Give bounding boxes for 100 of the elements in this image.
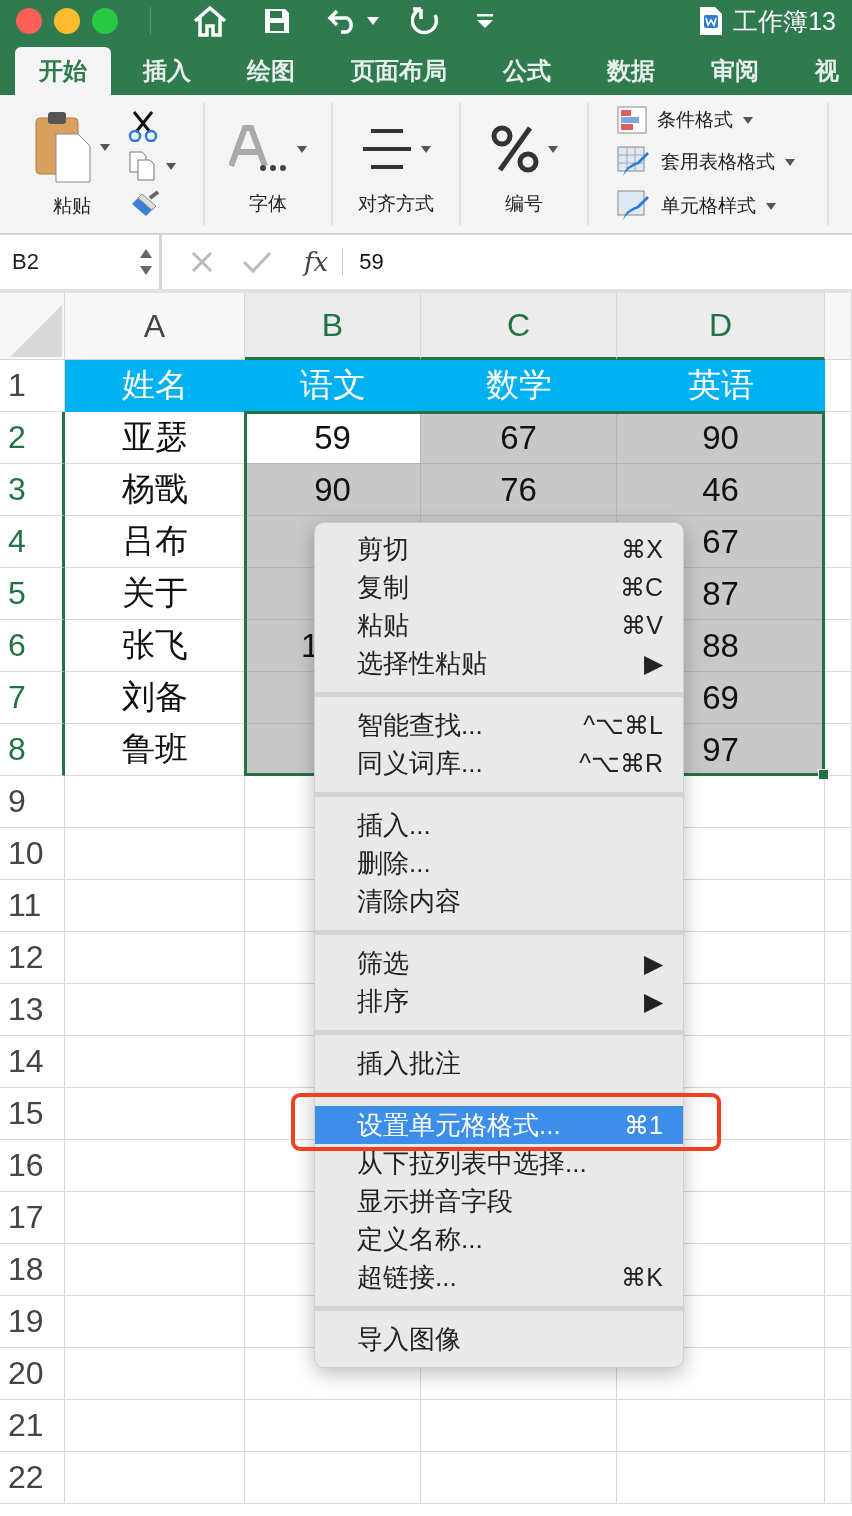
menu-item[interactable]: 导入图像 bbox=[315, 1320, 683, 1358]
table-cell: 46 bbox=[617, 464, 825, 516]
table-cell bbox=[825, 568, 852, 620]
row-header[interactable]: 15 bbox=[0, 1088, 65, 1140]
caret-icon[interactable] bbox=[297, 145, 307, 153]
clipboard-icon[interactable] bbox=[33, 110, 92, 184]
save-icon[interactable] bbox=[263, 7, 291, 35]
row-header[interactable]: 12 bbox=[0, 932, 65, 984]
menu-item[interactable]: 排序 ▶ bbox=[315, 982, 683, 1020]
customize-icon[interactable] bbox=[477, 14, 493, 28]
caret-icon[interactable] bbox=[367, 17, 379, 25]
table-cell bbox=[825, 360, 852, 412]
paste-label[interactable]: 粘贴 bbox=[52, 193, 91, 219]
row-header[interactable]: 19 bbox=[0, 1296, 65, 1348]
table-cell: 59 bbox=[245, 412, 421, 464]
table-cell bbox=[825, 672, 852, 724]
column-header[interactable]: D bbox=[617, 293, 825, 360]
row-header[interactable]: 7 bbox=[0, 672, 65, 724]
table-cell: 英语 bbox=[617, 360, 825, 412]
table-cell: 76 bbox=[421, 464, 617, 516]
ribbon-tab[interactable]: 视 bbox=[791, 47, 852, 95]
align-center-icon[interactable] bbox=[361, 127, 413, 171]
table-cell: 语文 bbox=[245, 360, 421, 412]
style-menu-label[interactable]: 套用表格格式 bbox=[661, 149, 775, 175]
style-menu-label[interactable]: 单元格样式 bbox=[661, 193, 756, 219]
caret-icon[interactable] bbox=[785, 158, 795, 166]
menu-item[interactable]: 插入批注 bbox=[315, 1044, 683, 1082]
table-cell bbox=[825, 1296, 852, 1348]
ribbon-tab[interactable]: 开始 bbox=[15, 47, 111, 95]
menu-item[interactable]: 超链接... ⌘K bbox=[315, 1258, 683, 1296]
ribbon-tab[interactable]: 绘图 bbox=[223, 47, 319, 95]
row-header[interactable]: 8 bbox=[0, 724, 65, 776]
column-header[interactable]: C bbox=[421, 293, 617, 360]
table-cell bbox=[825, 880, 852, 932]
ribbon-tab[interactable]: 审阅 bbox=[687, 47, 783, 95]
home-icon[interactable] bbox=[193, 5, 227, 37]
ribbon-group-label[interactable]: 对齐方式 bbox=[358, 191, 434, 217]
row-header[interactable]: 4 bbox=[0, 516, 65, 568]
table-cell bbox=[825, 828, 852, 880]
row-header[interactable]: 5 bbox=[0, 568, 65, 620]
insert-function-button[interactable]: fx bbox=[304, 247, 329, 277]
formula-input[interactable]: 59 bbox=[359, 249, 384, 275]
column-header[interactable]: B bbox=[245, 293, 421, 360]
ribbon-tab[interactable]: 数据 bbox=[583, 47, 679, 95]
row-header[interactable]: 10 bbox=[0, 828, 65, 880]
conditional-format-icon[interactable] bbox=[617, 106, 647, 134]
ribbon-tab[interactable]: 插入 bbox=[119, 47, 215, 95]
table-cell bbox=[825, 620, 852, 672]
row-header[interactable]: 21 bbox=[0, 1400, 65, 1452]
caret-icon[interactable] bbox=[165, 162, 176, 170]
ribbon-group-label[interactable]: 字体 bbox=[249, 191, 287, 217]
row-header[interactable]: 3 bbox=[0, 464, 65, 516]
table-cell bbox=[825, 1036, 852, 1088]
ribbon-tab[interactable]: 页面布局 bbox=[327, 47, 471, 95]
fill-handle[interactable] bbox=[818, 769, 829, 780]
menu-item[interactable]: 定义名称... bbox=[315, 1220, 683, 1258]
row-header[interactable]: 14 bbox=[0, 1036, 65, 1088]
minimize-button[interactable] bbox=[54, 8, 80, 34]
menu-item[interactable]: 从下拉列表中选择... bbox=[315, 1144, 683, 1182]
table-cell: 姓名 bbox=[65, 360, 245, 412]
table-cell bbox=[825, 464, 852, 516]
caret-icon[interactable] bbox=[766, 202, 776, 210]
row-header[interactable]: 6 bbox=[0, 620, 65, 672]
scissors-icon[interactable] bbox=[127, 110, 158, 142]
row-header[interactable]: 1 bbox=[0, 360, 65, 412]
row-header[interactable]: 22 bbox=[0, 1452, 65, 1504]
table-cell bbox=[825, 1192, 852, 1244]
menu-item[interactable]: 删除... bbox=[315, 844, 683, 882]
table-cell bbox=[825, 1244, 852, 1296]
table-cell bbox=[825, 1140, 852, 1192]
table-cell bbox=[825, 412, 852, 464]
row-header[interactable]: 17 bbox=[0, 1192, 65, 1244]
menu-item[interactable]: 插入... bbox=[315, 806, 683, 844]
redo-icon[interactable] bbox=[411, 5, 441, 37]
table-cell: 数学 bbox=[421, 360, 617, 412]
menu-item[interactable]: 清除内容 bbox=[315, 882, 683, 920]
row-header[interactable]: 13 bbox=[0, 984, 65, 1036]
row-header[interactable]: 20 bbox=[0, 1348, 65, 1400]
font-icon[interactable] bbox=[229, 124, 289, 174]
menu-item[interactable]: 筛选 ▶ bbox=[315, 944, 683, 982]
table-cell bbox=[825, 932, 852, 984]
style-menu-label[interactable]: 条件格式 bbox=[657, 107, 733, 133]
row-header[interactable]: 2 bbox=[0, 412, 65, 464]
table-cell bbox=[825, 516, 852, 568]
check-icon[interactable] bbox=[242, 250, 272, 274]
column-header[interactable]: A bbox=[65, 293, 245, 360]
row-header[interactable]: 11 bbox=[0, 880, 65, 932]
ribbon-group-label[interactable]: 编号 bbox=[505, 191, 543, 217]
row-header[interactable]: 16 bbox=[0, 1140, 65, 1192]
caret-icon[interactable] bbox=[421, 145, 431, 153]
caret-icon[interactable] bbox=[743, 116, 753, 124]
row-header[interactable]: 18 bbox=[0, 1244, 65, 1296]
row-header[interactable]: 9 bbox=[0, 776, 65, 828]
caret-icon[interactable] bbox=[99, 143, 110, 151]
table-cell: 67 bbox=[421, 412, 617, 464]
percent-icon[interactable] bbox=[490, 124, 540, 174]
caret-icon[interactable] bbox=[548, 145, 558, 153]
table-cell bbox=[825, 984, 852, 1036]
menu-item[interactable]: 显示拼音字段 bbox=[315, 1182, 683, 1220]
ribbon-tab[interactable]: 公式 bbox=[479, 47, 575, 95]
